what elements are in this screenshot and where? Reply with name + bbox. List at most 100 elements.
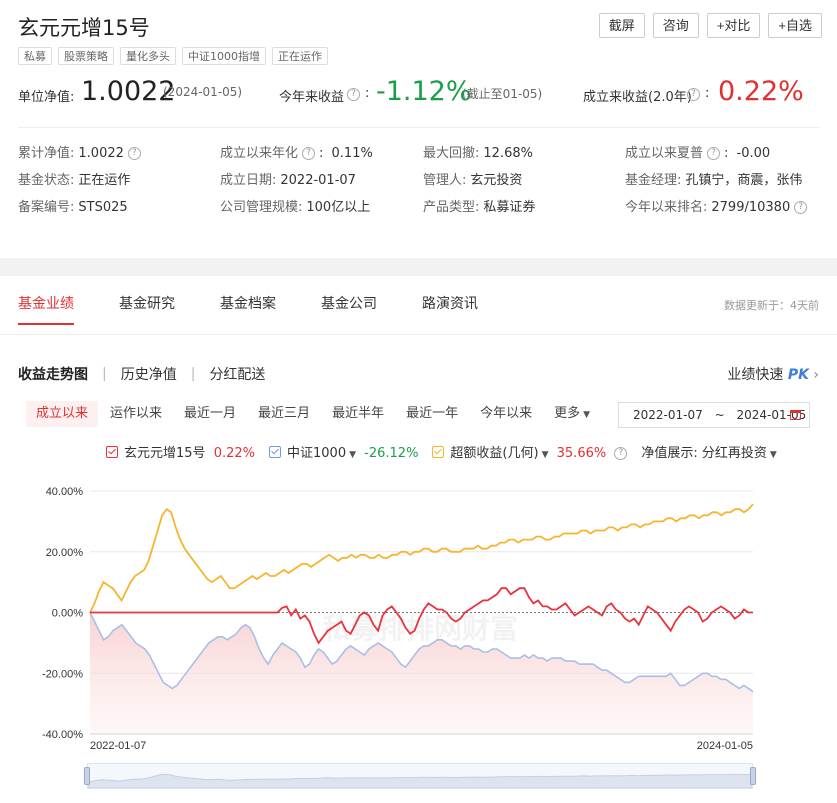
- info-value: 2022-01-07: [280, 173, 356, 188]
- caret-down-icon[interactable]: ▼: [349, 450, 356, 460]
- checkbox-icon[interactable]: [269, 446, 281, 458]
- since-label: 成立来收益(2.0年): [583, 90, 692, 105]
- fund-title: 玄元元增15号: [18, 16, 150, 40]
- consult-button[interactable]: 咨询: [652, 13, 699, 38]
- info-ytd-rank: 今年以来排名: 2799/10380?: [625, 196, 808, 215]
- legend-index[interactable]: 中证1000 ▼ -26.12%: [269, 442, 418, 461]
- y-tick-label: -20.00%: [42, 668, 83, 680]
- range-option[interactable]: 最近一月: [174, 401, 246, 427]
- info-annualized-return: 成立以来年化?: 0.11%: [220, 146, 373, 161]
- info-key: 备案编号:: [18, 200, 75, 215]
- nav-display-value: 分红再投资: [701, 446, 767, 461]
- info-value: 2799/10380: [711, 200, 791, 215]
- toolbar: 截屏 咨询 +对比 +自选: [598, 13, 822, 38]
- fund-tags: 私募 股票策略 量化多头 中证1000指增 正在运作: [18, 47, 328, 65]
- info-key: 累计净值:: [18, 146, 75, 161]
- legend-fund[interactable]: 玄元元增15号 0.22%: [106, 442, 255, 461]
- tab-separator: |: [190, 366, 196, 382]
- legend-excess[interactable]: 超额收益(几何) ▼ 35.66% ?: [432, 442, 628, 461]
- checkbox-icon[interactable]: [432, 446, 445, 458]
- screenshot-button[interactable]: 截屏: [598, 13, 645, 38]
- compare-button[interactable]: +对比: [706, 13, 761, 38]
- tab-sub[interactable]: 历史净值: [121, 364, 177, 384]
- tab-main[interactable]: 基金业绩: [18, 293, 74, 325]
- info-key: 最大回撤:: [423, 146, 480, 161]
- nav-display-label: 净值展示:: [641, 446, 698, 461]
- help-icon[interactable]: ?: [127, 147, 141, 160]
- help-icon[interactable]: ?: [687, 88, 700, 101]
- info-inception-date: 成立日期: 2022-01-07: [220, 169, 356, 188]
- range-option[interactable]: 运作以来: [100, 401, 172, 427]
- since-inception-block: 成立来收益(2.0年) ? : 0.22%: [583, 76, 804, 107]
- info-key: 公司管理规模:: [220, 200, 303, 215]
- checkbox-icon[interactable]: [106, 446, 118, 458]
- nav-display[interactable]: 净值展示: 分红再投资 ▼: [641, 442, 776, 461]
- legend-index-value: -26.12%: [364, 446, 419, 461]
- performance-chart[interactable]: 私募排排网财富 40.00%20.00%0.00%-20.00%-40.00%2…: [0, 478, 837, 763]
- tab-sub[interactable]: 收益走势图: [18, 364, 88, 384]
- info-fund-managers: 基金经理: 孔镇宁，商震，张伟: [625, 169, 802, 188]
- info-value[interactable]: 玄元投资: [470, 173, 522, 188]
- fund-tag: 正在运作: [272, 47, 328, 65]
- tab-sub[interactable]: 分红配送: [209, 364, 265, 384]
- info-value: -0.00: [736, 146, 771, 161]
- info-value: 私募证券: [483, 200, 536, 215]
- range-option[interactable]: 最近半年: [322, 401, 394, 427]
- range-option[interactable]: 更多 ▼: [544, 401, 600, 427]
- quick-pk-link[interactable]: 业绩快速 PK ›: [727, 364, 819, 384]
- x-tick-label: 2024-01-05: [697, 740, 753, 752]
- nav-label: 单位净值:: [18, 90, 75, 105]
- info-key: 成立以来夏普: [625, 146, 704, 161]
- slider-preview: [88, 773, 752, 788]
- help-icon[interactable]: ?: [614, 447, 628, 460]
- legend-fund-value: 0.22%: [213, 446, 255, 461]
- range-option[interactable]: 今年以来: [470, 401, 542, 427]
- chart-range-slider[interactable]: [84, 763, 756, 789]
- slider-handle-right[interactable]: [750, 767, 756, 785]
- nav-block: 单位净值: 1.0022 (2024-01-05): [18, 76, 278, 110]
- help-icon[interactable]: ?: [794, 201, 808, 214]
- x-tick-label: 2022-01-07: [90, 740, 146, 752]
- tab-main[interactable]: 基金公司: [321, 293, 377, 325]
- caret-down-icon: ▼: [583, 410, 591, 420]
- info-key: 今年以来排名:: [625, 200, 708, 215]
- info-key: 基金状态:: [18, 173, 75, 188]
- date-separator: ~: [714, 408, 725, 422]
- info-key: 基金经理:: [625, 173, 682, 188]
- info-key: 成立日期:: [220, 173, 277, 188]
- info-value: 1.0022: [78, 146, 124, 161]
- tab-main[interactable]: 基金档案: [220, 293, 276, 325]
- help-icon[interactable]: ?: [707, 147, 721, 160]
- watchlist-button[interactable]: +自选: [768, 13, 822, 38]
- tab-separator: |: [102, 366, 107, 382]
- range-option[interactable]: 最近一年: [396, 401, 468, 427]
- caret-down-icon[interactable]: ▼: [542, 450, 549, 460]
- tab-main[interactable]: 基金研究: [119, 293, 175, 325]
- help-icon[interactable]: ?: [302, 147, 316, 160]
- range-option[interactable]: 成立以来: [26, 401, 99, 427]
- range-selector: 成立以来 运作以来 最近一月 最近三月 最近半年 最近一年 今年以来 更多 ▼: [26, 401, 602, 427]
- info-cumulative-nav: 累计净值: 1.0022?: [18, 142, 141, 161]
- info-key: 产品类型:: [423, 200, 480, 215]
- date-range-picker[interactable]: 2022-01-07 ~ 2024-01-05: [618, 402, 810, 428]
- caret-down-icon[interactable]: ▼: [770, 450, 777, 460]
- tab-main[interactable]: 路演资讯: [422, 293, 478, 325]
- fund-tag: 中证1000指增: [182, 47, 266, 65]
- info-value: 正在运作: [78, 173, 131, 188]
- info-value[interactable]: 孔镇宁，商震，张伟: [685, 173, 802, 188]
- info-value: 0.11%: [331, 146, 373, 161]
- range-option[interactable]: 最近三月: [248, 401, 320, 427]
- pk-label: 业绩快速: [727, 367, 784, 383]
- y-tick-label: -40.00%: [42, 729, 83, 741]
- fund-info-grid: 累计净值: 1.0022? 成立以来年化?: 0.11% 最大回撤: 12.68% 成立以…: [18, 142, 818, 222]
- calendar-icon[interactable]: [790, 410, 801, 420]
- slider-handle-left[interactable]: [84, 767, 90, 785]
- update-note: 数据更新于：4天前: [724, 299, 819, 312]
- info-key: 成立以来年化: [220, 146, 299, 161]
- help-icon[interactable]: ?: [347, 88, 360, 101]
- info-max-drawdown: 最大回撤: 12.68%: [423, 142, 533, 161]
- nav-value: 1.0022: [81, 76, 176, 107]
- sub-tabs: 收益走势图 | 历史净值 | 分红配送: [18, 364, 265, 384]
- series-excess-line[interactable]: [89, 503, 754, 613]
- fund-tag: 私募: [18, 47, 52, 65]
